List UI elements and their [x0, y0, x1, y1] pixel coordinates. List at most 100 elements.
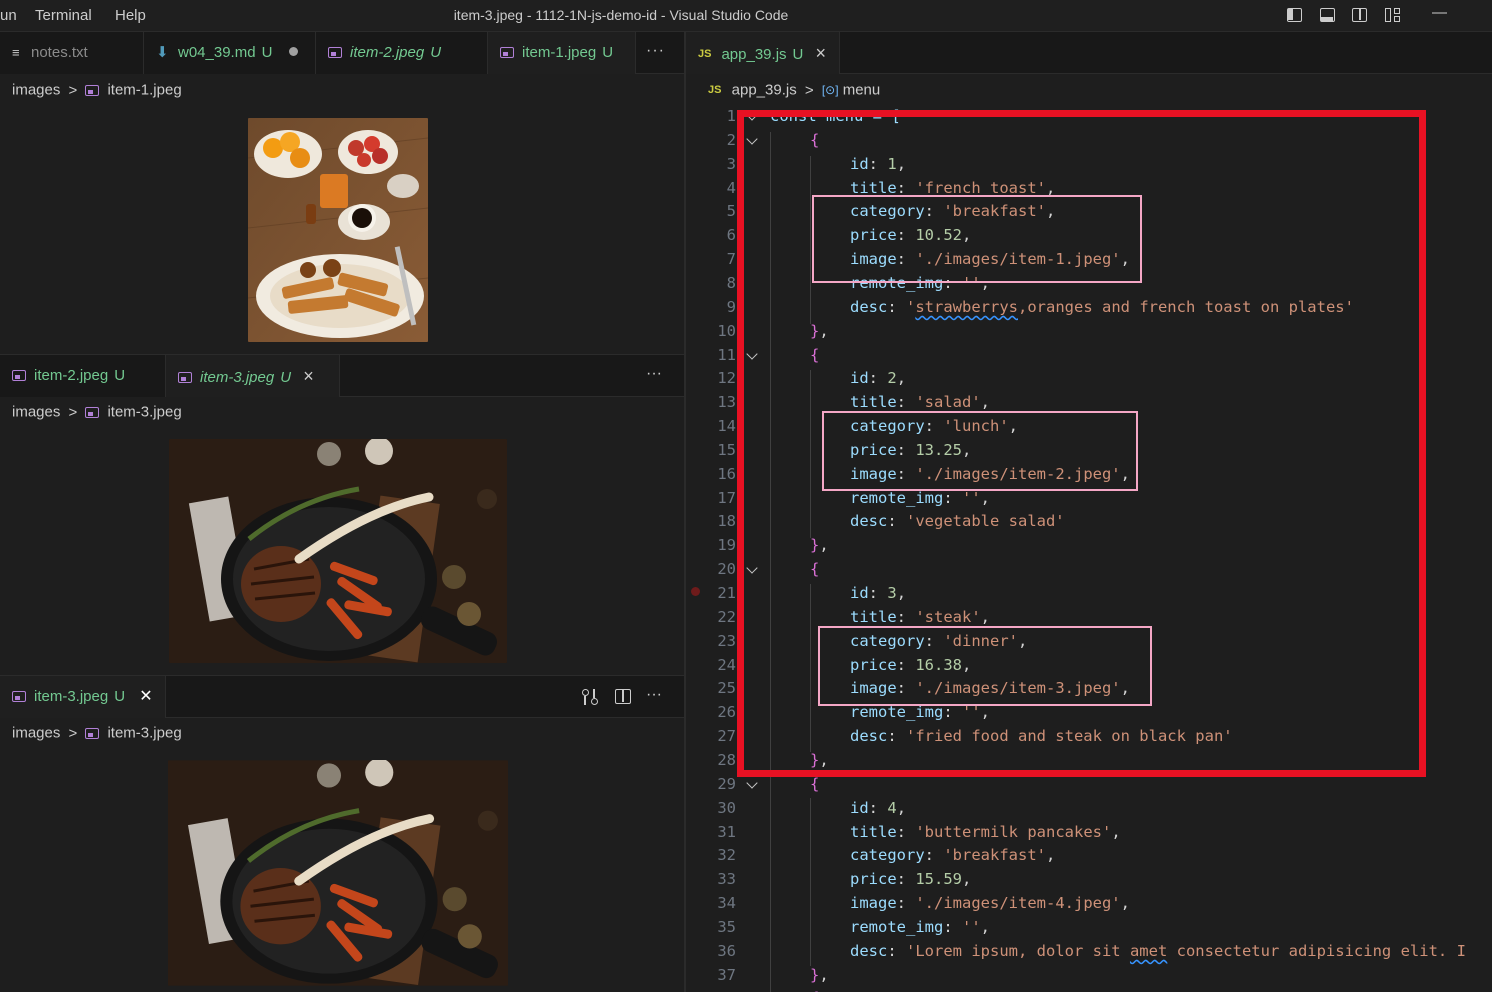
breadcrumb-folder[interactable]: images — [12, 82, 60, 99]
javascript-icon: JS — [708, 84, 722, 97]
git-untracked-badge: U — [261, 44, 273, 61]
tab-label: item-1.jpeg — [522, 44, 597, 61]
tab-item-3-jpeg[interactable]: item-3.jpeg U ✕ — [0, 676, 166, 718]
line-number: 28 — [717, 750, 736, 769]
line-number: 34 — [717, 894, 736, 913]
chevron-right-icon: > — [68, 81, 78, 99]
chevron-right-icon: > — [68, 403, 78, 421]
tab-label: item-3.jpeg — [34, 688, 109, 705]
git-untracked-badge: U — [280, 369, 292, 386]
breadcrumb-folder[interactable]: images — [12, 404, 60, 421]
close-tab-icon[interactable]: ✕ — [139, 688, 152, 705]
variable-symbol-icon: [⊙] — [821, 83, 839, 98]
code-line[interactable]: 33 price: 15.59, — [686, 867, 1492, 891]
open-changes-icon[interactable] — [581, 688, 599, 706]
customize-layout-icon[interactable] — [1385, 8, 1402, 23]
line-number: 20 — [717, 560, 736, 579]
tab-w04-39-md[interactable]: ⬇ w04_39.md U — [144, 32, 316, 74]
line-number: 27 — [717, 727, 736, 746]
image-file-icon — [85, 727, 100, 739]
breadcrumb-folder[interactable]: images — [12, 725, 60, 742]
code-text: }, — [810, 965, 829, 984]
image-preview-item-1 — [248, 118, 428, 342]
code-line[interactable]: 38 { — [686, 986, 1492, 992]
breadcrumb-file[interactable]: app_39.js — [732, 82, 797, 99]
code-line[interactable]: 37}, — [686, 963, 1492, 987]
close-tab-icon[interactable]: × — [816, 43, 827, 63]
tab-label: item-3.jpeg — [200, 369, 275, 386]
code-text: desc: 'Lorem ipsum, dolor sit amet conse… — [850, 941, 1466, 960]
line-number: 8 — [726, 273, 736, 292]
fold-chevron-icon[interactable] — [746, 777, 758, 789]
close-tab-icon[interactable]: × — [303, 366, 314, 386]
image-file-icon — [85, 406, 100, 418]
line-number: 31 — [717, 822, 736, 841]
split-editor-icon[interactable] — [615, 689, 631, 704]
line-number: 10 — [717, 321, 736, 340]
left-middle-tabbar: item-2.jpeg U item-3.jpeg U × ··· — [0, 355, 684, 397]
line-number: 6 — [726, 226, 736, 245]
line-number: 12 — [717, 369, 736, 388]
image-file-icon — [328, 47, 342, 58]
tab-label: item-2.jpeg — [34, 367, 109, 384]
breakpoint-dot-icon[interactable] — [691, 587, 700, 596]
toggle-panel-icon[interactable] — [1320, 8, 1335, 22]
line-number: 9 — [726, 297, 736, 316]
breadcrumb-symbol[interactable]: menu — [843, 82, 881, 99]
line-number: 36 — [717, 941, 736, 960]
title-bar: un Terminal Help item-3.jpeg - 1112-1N-j… — [0, 0, 1492, 32]
line-number: 37 — [717, 965, 736, 984]
line-number: 24 — [717, 655, 736, 674]
image-file-icon — [178, 372, 192, 383]
code-line[interactable]: 31 title: 'buttermilk pancakes', — [686, 820, 1492, 844]
line-number: 4 — [726, 178, 736, 197]
code-line[interactable]: 32 category: 'breakfast', — [686, 843, 1492, 867]
line-number: 11 — [717, 345, 736, 364]
breadcrumb: images > item-1.jpeg — [12, 81, 182, 105]
minimize-button[interactable]: — — [1432, 4, 1447, 21]
image-file-icon — [85, 84, 100, 96]
unsaved-dot-icon[interactable] — [288, 47, 298, 56]
code-line[interactable]: 30 id: 4, — [686, 796, 1492, 820]
more-actions-icon[interactable]: ··· — [646, 365, 662, 383]
tab-label: notes.txt — [31, 44, 88, 61]
breadcrumb-file[interactable]: item-3.jpeg — [107, 725, 181, 742]
tab-item-2-jpeg[interactable]: item-2.jpeg U — [0, 355, 166, 397]
line-number: 26 — [717, 703, 736, 722]
image-file-icon — [12, 370, 26, 381]
line-number: 35 — [717, 917, 736, 936]
line-number: 5 — [726, 202, 736, 221]
chevron-right-icon: > — [804, 81, 814, 99]
more-actions-icon[interactable]: ··· — [646, 686, 662, 704]
code-line[interactable]: 35 remote_img: '', — [686, 915, 1492, 939]
tab-label: item-2.jpeg — [350, 44, 425, 61]
code-text: title: 'buttermilk pancakes', — [850, 822, 1121, 841]
pink-highlight-box — [812, 195, 1142, 283]
breadcrumb-file[interactable]: item-3.jpeg — [107, 404, 181, 421]
chevron-right-icon: > — [68, 724, 78, 742]
text-file-icon: ≡ — [12, 45, 20, 60]
tab-notes-txt[interactable]: ≡ notes.txt — [0, 32, 144, 74]
toggle-secondary-sidebar-icon[interactable] — [1352, 8, 1367, 22]
breadcrumb-file[interactable]: item-1.jpeg — [107, 82, 181, 99]
git-untracked-badge: U — [430, 44, 442, 61]
tab-item-3-jpeg[interactable]: item-3.jpeg U × — [166, 355, 340, 397]
line-number: 33 — [717, 870, 736, 889]
code-line[interactable]: 36 desc: 'Lorem ipsum, dolor sit amet con… — [686, 939, 1492, 963]
line-number: 19 — [717, 536, 736, 555]
line-number: 17 — [717, 488, 736, 507]
breadcrumb: images > item-3.jpeg — [12, 403, 182, 427]
tab-item-2-jpeg[interactable]: item-2.jpeg U — [316, 32, 488, 74]
tab-app-39-js[interactable]: JS app_39.js U × — [686, 32, 840, 74]
toggle-primary-sidebar-icon[interactable] — [1287, 8, 1302, 22]
more-actions-icon[interactable]: ··· — [646, 42, 665, 60]
line-number: 2 — [726, 130, 736, 149]
line-number: 29 — [717, 774, 736, 793]
tab-item-1-jpeg[interactable]: item-1.jpeg U — [488, 32, 636, 74]
line-number: 3 — [726, 154, 736, 173]
image-file-icon — [500, 47, 514, 58]
code-line[interactable]: 34 image: './images/item-4.jpeg', — [686, 891, 1492, 915]
line-number: 32 — [717, 846, 736, 865]
line-number: 16 — [717, 464, 736, 483]
git-untracked-badge: U — [114, 688, 126, 705]
